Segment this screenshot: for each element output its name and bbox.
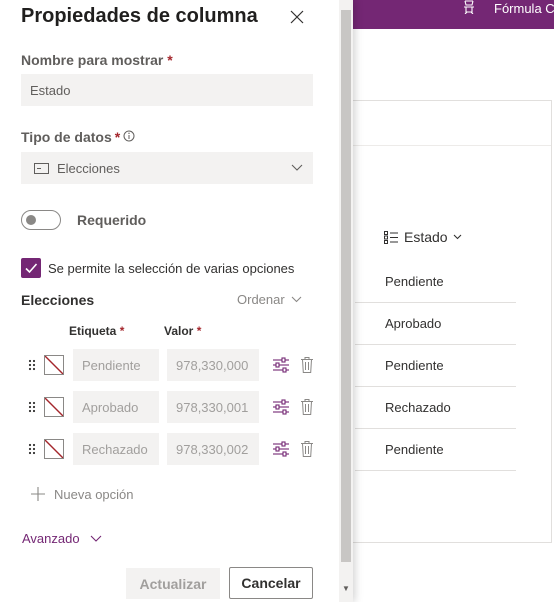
choices-section-title: Elecciones [21, 292, 95, 308]
color-swatch[interactable] [44, 439, 64, 459]
table-row[interactable]: Pendiente [355, 429, 516, 471]
display-name-input[interactable]: Estado [21, 74, 313, 106]
table-row[interactable]: Pendiente [355, 261, 516, 303]
color-swatch[interactable] [44, 397, 64, 417]
required-toggle-label: Requerido [77, 212, 147, 228]
table-row[interactable]: Rechazado [355, 387, 516, 429]
cell-value: Pendiente [385, 358, 444, 373]
checkmark-icon [25, 263, 38, 274]
data-type-label-text: Tipo de datos [21, 129, 112, 145]
sort-label: Ordenar [237, 292, 285, 307]
color-swatch[interactable] [44, 355, 64, 375]
scrollbar-thumb[interactable] [341, 10, 351, 562]
data-type-value: Elecciones [57, 160, 120, 176]
drag-handle-icon[interactable] [27, 442, 37, 456]
option-label-value: Aprobado [82, 399, 139, 415]
column-properties-panel: Propiedades de columna Nombre para mostr… [0, 0, 353, 602]
chevron-down-icon [90, 535, 102, 542]
required-mark: * [167, 52, 173, 68]
display-name-label-text: Nombre para mostrar [21, 52, 164, 68]
option-value-input[interactable]: 978,330,001 [167, 391, 259, 423]
column-header-label: Estado [404, 229, 448, 245]
option-label-value: Rechazado [82, 441, 148, 457]
formula-icon[interactable] [462, 0, 476, 15]
cancel-button[interactable]: Cancelar [229, 567, 313, 599]
panel-title: Propiedades de columna [21, 5, 258, 27]
option-value-value: 978,330,002 [176, 441, 249, 457]
cell-value: Rechazado [385, 400, 451, 415]
settings-sliders-icon[interactable] [272, 399, 290, 415]
choice-option-row: Rechazado 978,330,002 [0, 433, 330, 465]
chevron-down-icon [291, 164, 303, 171]
column-header-estado[interactable]: Estado [384, 229, 462, 245]
option-label-value: Pendiente [82, 357, 141, 373]
drag-handle-icon[interactable] [27, 358, 37, 372]
option-value-input[interactable]: 978,330,002 [167, 433, 259, 465]
update-button[interactable]: Actualizar [126, 568, 220, 599]
formula-label[interactable]: Fórmula C [494, 1, 554, 16]
option-value-value: 978,330,000 [176, 357, 249, 373]
delete-icon[interactable] [300, 398, 314, 416]
value-column-text: Valor [164, 324, 194, 338]
choice-type-icon [34, 162, 49, 174]
table-row[interactable]: Pendiente [355, 345, 516, 387]
data-type-label: Tipo de datos * [21, 129, 135, 145]
sort-dropdown[interactable]: Ordenar [237, 292, 302, 307]
option-value-input[interactable]: 978,330,000 [167, 349, 259, 381]
choice-option-row: Aprobado 978,330,001 [0, 391, 330, 423]
cell-value: Pendiente [385, 442, 444, 457]
label-column-text: Etiqueta [69, 324, 117, 338]
data-type-dropdown[interactable]: Elecciones [21, 152, 313, 184]
chevron-down-icon [453, 234, 462, 240]
delete-icon[interactable] [300, 440, 314, 458]
required-mark: * [114, 129, 121, 145]
option-label-input[interactable]: Rechazado [73, 433, 159, 465]
cell-value: Pendiente [385, 274, 444, 289]
option-label-input[interactable]: Pendiente [73, 349, 159, 381]
delete-icon[interactable] [300, 356, 314, 374]
choice-option-row: Pendiente 978,330,000 [0, 349, 330, 381]
display-name-label: Nombre para mostrar * [21, 52, 173, 68]
required-mark: * [119, 324, 125, 338]
table-row[interactable]: Aprobado [355, 303, 516, 345]
toggle-knob [26, 215, 36, 225]
cell-value: Aprobado [385, 316, 442, 331]
chevron-down-icon [291, 296, 302, 303]
app-top-bar: Fórmula C [340, 0, 554, 29]
option-label-input[interactable]: Aprobado [73, 391, 159, 423]
no-color-icon [45, 440, 63, 458]
info-icon[interactable] [123, 129, 135, 145]
scroll-down-arrow-icon[interactable]: ▼ [342, 584, 350, 593]
value-column-header: Valor * [164, 324, 201, 338]
settings-sliders-icon[interactable] [272, 357, 290, 373]
option-value-value: 978,330,001 [176, 399, 249, 415]
close-icon [290, 10, 304, 24]
add-option-button[interactable]: Nueva opción [30, 486, 134, 502]
label-column-header: Etiqueta * [69, 324, 124, 338]
required-toggle[interactable] [21, 210, 61, 230]
plus-icon [30, 486, 46, 502]
divider [340, 145, 551, 146]
drag-handle-icon[interactable] [27, 400, 37, 414]
multi-select-checkbox[interactable] [21, 258, 41, 278]
close-button[interactable] [288, 8, 306, 26]
choice-column-icon [384, 230, 399, 244]
advanced-label: Avanzado [22, 531, 80, 546]
settings-sliders-icon[interactable] [272, 441, 290, 457]
display-name-value: Estado [30, 82, 71, 98]
multi-select-label: Se permite la selección de varias opcion… [48, 261, 295, 276]
advanced-toggle[interactable]: Avanzado [22, 531, 102, 546]
add-option-label: Nueva opción [54, 486, 134, 502]
no-color-icon [45, 398, 63, 416]
required-mark: * [196, 324, 202, 338]
no-color-icon [45, 356, 63, 374]
